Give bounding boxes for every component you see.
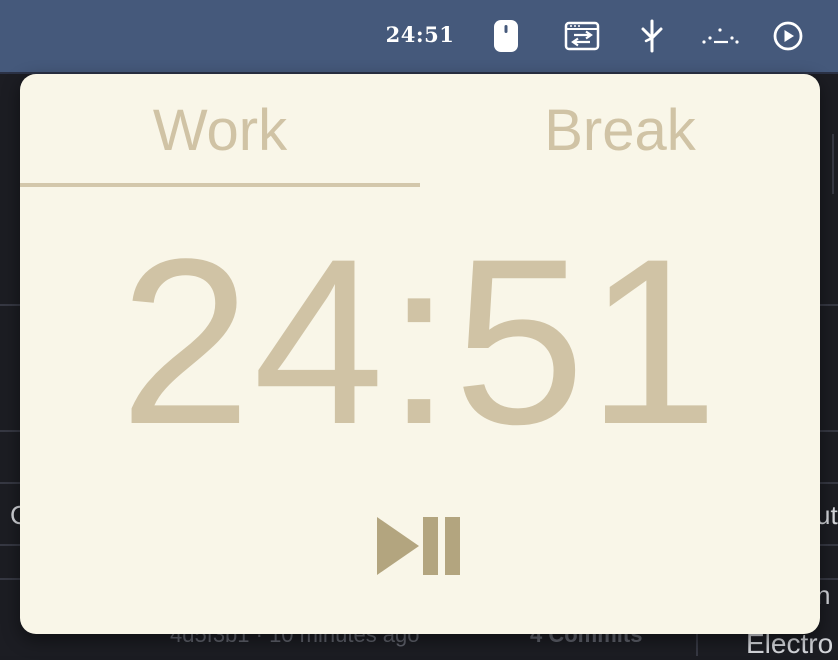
tab-work[interactable]: Work xyxy=(20,74,420,186)
menubar-timer[interactable]: 24:51 xyxy=(378,20,462,50)
timer-popover: Work Break 24:51 xyxy=(20,74,820,634)
tab-break-label: Break xyxy=(544,97,696,163)
play-circle-icon[interactable] xyxy=(768,16,808,56)
tab-work-label: Work xyxy=(152,97,288,163)
countdown-timer: 24:51 xyxy=(119,210,721,474)
menu-bar: 24:51 xyxy=(0,0,838,74)
divider xyxy=(832,134,834,194)
play-pause-button[interactable] xyxy=(372,510,468,582)
dotted-activity-icon[interactable] xyxy=(700,16,740,56)
mouse-icon[interactable] xyxy=(486,16,526,56)
play-pause-icon xyxy=(377,517,460,575)
screen-share-icon[interactable] xyxy=(562,16,602,56)
tab-break[interactable]: Break xyxy=(420,74,820,186)
bluetooth-icon[interactable] xyxy=(632,16,672,56)
active-tab-indicator xyxy=(20,183,420,187)
